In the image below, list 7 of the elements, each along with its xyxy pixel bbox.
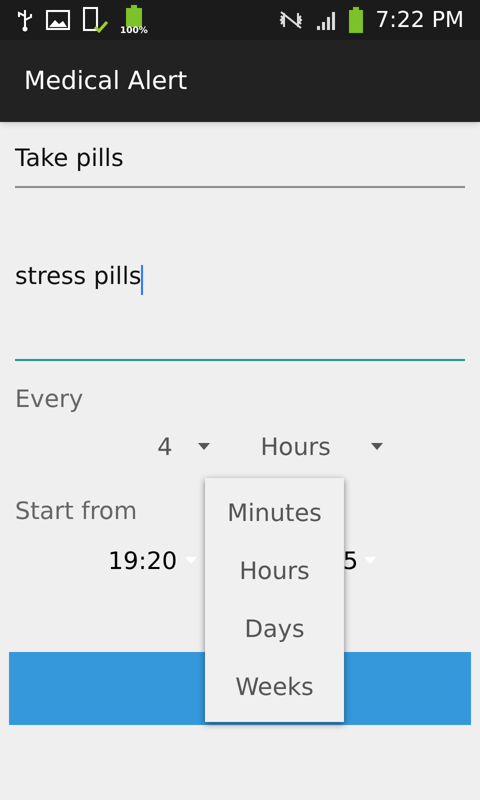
app-title: Medical Alert	[24, 65, 188, 98]
field-value: stress pills	[15, 262, 142, 290]
clock-time: 7:22 PM	[375, 6, 464, 34]
every-label: Every	[15, 384, 84, 415]
start-from-label: Start from	[15, 496, 138, 527]
battery-percentage: 100%	[120, 26, 148, 36]
field-value: Take pills	[15, 144, 124, 172]
